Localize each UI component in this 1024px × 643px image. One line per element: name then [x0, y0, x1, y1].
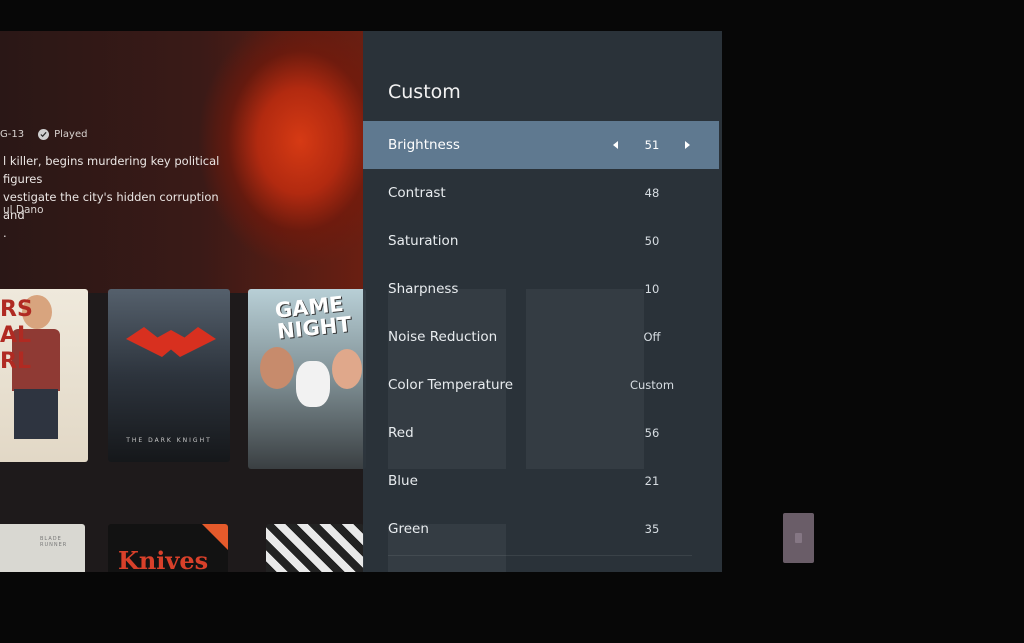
poster-card[interactable]: RS AL RL [0, 289, 88, 462]
setting-value: 21 [644, 474, 660, 488]
setting-row-saturation[interactable]: Saturation 50 [363, 217, 719, 265]
setting-value: 10 [644, 282, 660, 296]
synopsis-line: . [3, 226, 7, 240]
setting-label: Blue [388, 473, 418, 489]
content-rating: PG-13 [0, 129, 25, 140]
poster-card[interactable] [266, 524, 364, 572]
poster-face [260, 347, 294, 389]
setting-row-color-temperature[interactable]: Color Temperature Custom [363, 361, 719, 409]
poster-title: BLADE RUNNER [40, 536, 68, 548]
panel-title: Custom [388, 81, 461, 103]
setting-label: Green [388, 521, 429, 537]
check-icon [38, 129, 50, 140]
setting-label: Noise Reduction [388, 329, 498, 345]
setting-value: 48 [644, 186, 660, 200]
hero-banner: PG-13 Played l killer, begins murdering … [0, 31, 363, 293]
poster-title: Knives [118, 546, 209, 572]
setting-row-noise-reduction[interactable]: Noise Reduction Off [363, 313, 719, 361]
meta-row: PG-13 Played [0, 129, 87, 140]
setting-label: Color Temperature [388, 377, 514, 393]
setting-label: Sharpness [388, 281, 459, 297]
setting-row-contrast[interactable]: Contrast 48 [363, 169, 719, 217]
poster-card[interactable]: BLADE RUNNER [0, 524, 85, 572]
poster-title: GAME NIGHT [273, 291, 353, 344]
poster-face [332, 349, 362, 389]
poster-card[interactable]: Knives [108, 524, 228, 572]
setting-value: 56 [644, 426, 660, 440]
arrow-right-icon[interactable] [685, 141, 690, 149]
cast-line: ul Dano [3, 204, 44, 216]
poster-title: RS AL RL [0, 297, 33, 374]
setting-label: Contrast [388, 185, 446, 201]
poster-dog [296, 361, 330, 407]
wall-switch [783, 513, 814, 563]
played-label: Played [54, 129, 88, 140]
setting-label: Red [388, 425, 414, 441]
setting-label: Brightness [388, 137, 460, 153]
setting-value: 35 [644, 522, 660, 536]
setting-row-red[interactable]: Red 56 [363, 409, 719, 457]
setting-row-blue[interactable]: Blue 21 [363, 457, 719, 505]
setting-row-brightness[interactable]: Brightness 51 [363, 121, 719, 169]
setting-value: Off [643, 330, 661, 344]
bat-logo-icon [126, 327, 216, 357]
poster-figure-legs [14, 389, 58, 439]
setting-label: Saturation [388, 233, 459, 249]
setting-row-green[interactable]: Green 35 [363, 505, 719, 553]
poster-title: THE DARK KNIGHT [126, 437, 212, 444]
setting-value: 50 [644, 234, 660, 248]
setting-value: Custom [629, 378, 675, 392]
played-badge: Played [38, 129, 87, 140]
synopsis-line: l killer, begins murdering key political… [3, 154, 220, 186]
tv-screen: PG-13 Played l killer, begins murdering … [0, 31, 722, 572]
setting-row-sharpness[interactable]: Sharpness 10 [363, 265, 719, 313]
picture-settings-panel: Custom Brightness 51 Contrast 48 Saturat… [363, 31, 722, 572]
poster-card[interactable]: GAME NIGHT [248, 289, 366, 469]
arrow-left-icon[interactable] [613, 141, 618, 149]
setting-value: 51 [644, 138, 660, 152]
panel-divider [388, 555, 692, 556]
synopsis: l killer, begins murdering key political… [3, 152, 233, 242]
poster-card[interactable]: THE DARK KNIGHT [108, 289, 230, 462]
